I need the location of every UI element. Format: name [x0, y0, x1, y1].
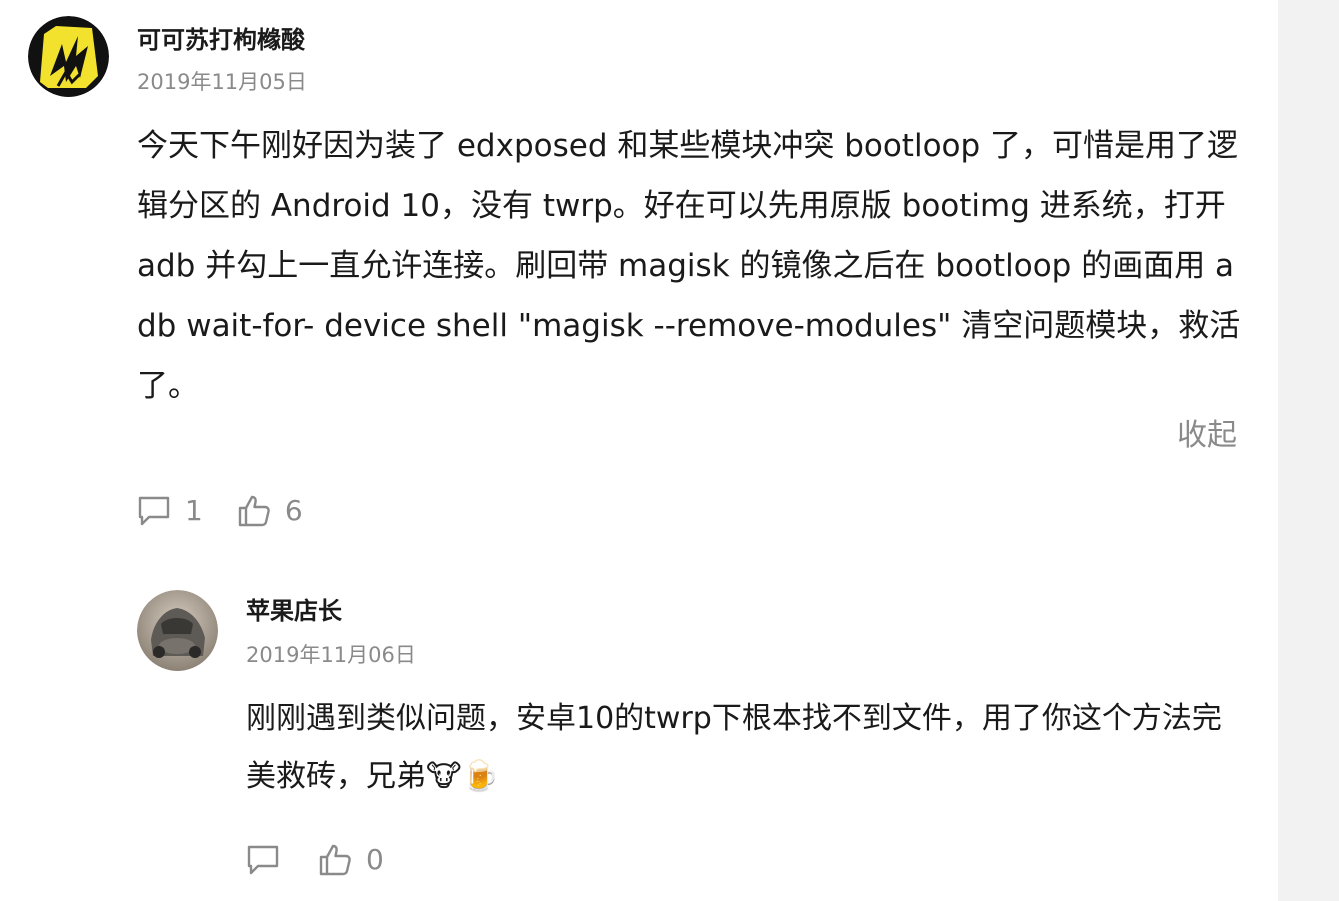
comment-actions: 1 6 [137, 489, 303, 533]
lightning-logo-icon [28, 16, 109, 97]
reply-content: 刚刚遇到类似问题，安卓10的twrp下根本找不到文件，用了你这个方法完美救砖，兄… [246, 701, 1222, 794]
reply-date: 2019年11月06日 [246, 643, 416, 667]
comment-page: 可可苏打枸橼酸 2019年11月05日 今天下午刚好因为装了 edxposed … [0, 0, 1339, 901]
avatar[interactable] [28, 16, 109, 97]
comment-content: 今天下午刚好因为装了 edxposed 和某些模块冲突 bootloop 了，可… [137, 128, 1241, 404]
thumbs-up-icon [238, 495, 270, 527]
car-photo-icon [137, 590, 218, 671]
like-count: 6 [284, 494, 303, 527]
comment-icon [138, 496, 170, 526]
reply-like-count: 0 [366, 843, 384, 876]
thumbs-up-icon [319, 844, 351, 876]
reply-avatar[interactable] [137, 590, 218, 671]
reply-button[interactable]: 1 [137, 489, 203, 533]
reply-author[interactable]: 苹果店长 [246, 595, 342, 627]
collapse-button[interactable]: 收起 [1177, 416, 1237, 456]
reply-to-reply-button[interactable] [246, 844, 280, 876]
reply-count: 1 [185, 494, 203, 527]
comment-icon [247, 845, 279, 875]
reply-like-button[interactable]: 0 [318, 838, 384, 882]
comment-author[interactable]: 可可苏打枸橼酸 [137, 24, 305, 56]
side-panel [1278, 0, 1339, 901]
comment-date: 2019年11月05日 [137, 70, 307, 94]
reply-actions: 0 [246, 838, 384, 882]
like-button[interactable]: 6 [237, 489, 303, 533]
